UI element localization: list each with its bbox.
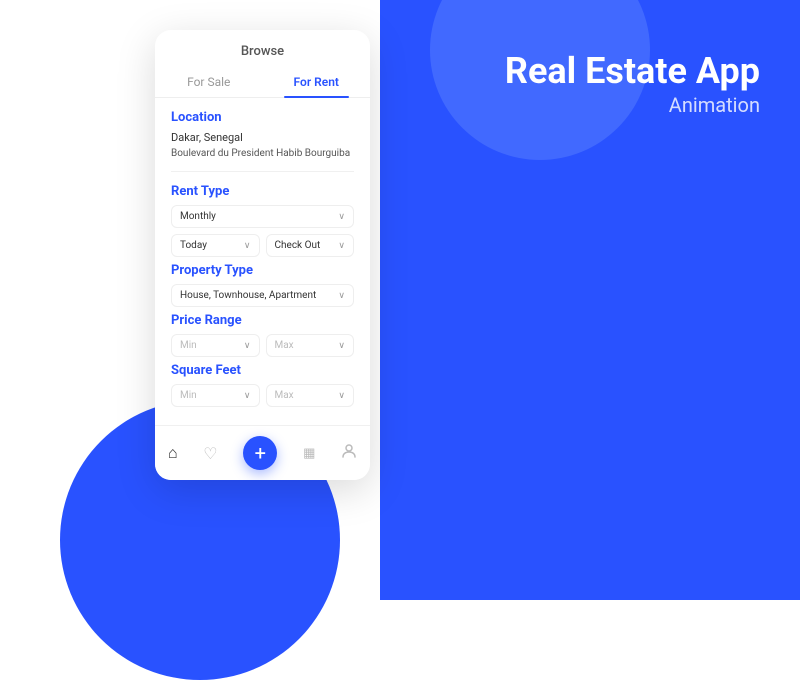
sqft-max-value: Max bbox=[275, 390, 294, 401]
property-type-section-label: Property Type bbox=[171, 263, 354, 278]
price-min-dropdown[interactable]: Min ∨ bbox=[171, 334, 260, 357]
sqft-min-chevron-icon: ∨ bbox=[244, 391, 251, 401]
browse-label: Browse bbox=[241, 44, 284, 59]
sqft-min-value: Min bbox=[180, 390, 197, 401]
price-range-section-label: Price Range bbox=[171, 313, 354, 328]
heart-nav-icon[interactable]: ♡ bbox=[203, 444, 217, 463]
checkin-value: Today bbox=[180, 240, 207, 251]
rent-type-dropdown[interactable]: Monthly ∨ bbox=[171, 205, 354, 228]
property-type-dropdown[interactable]: House, Townhouse, Apartment ∨ bbox=[171, 284, 354, 307]
price-min-chevron-icon: ∨ bbox=[244, 341, 251, 351]
tabs-container: For Sale For Rent bbox=[155, 67, 370, 98]
sqft-max-chevron-icon: ∨ bbox=[338, 391, 345, 401]
location-secondary: Boulevard du President Habib Bourguiba bbox=[171, 148, 354, 172]
checkout-value: Check Out bbox=[275, 240, 321, 251]
date-range-row: Today ∨ Check Out ∨ bbox=[171, 234, 354, 257]
checkin-dropdown[interactable]: Today ∨ bbox=[171, 234, 260, 257]
square-feet-section-label: Square Feet bbox=[171, 363, 354, 378]
user-nav-icon[interactable] bbox=[341, 443, 357, 463]
home-nav-icon[interactable]: ⌂ bbox=[168, 443, 178, 463]
location-primary: Dakar, Senegal bbox=[171, 131, 354, 144]
checkout-dropdown[interactable]: Check Out ∨ bbox=[266, 234, 355, 257]
property-type-chevron-icon: ∨ bbox=[338, 291, 345, 301]
price-max-chevron-icon: ∨ bbox=[338, 341, 345, 351]
checkin-chevron-icon: ∨ bbox=[244, 241, 251, 251]
add-nav-button[interactable]: + bbox=[243, 436, 277, 470]
calendar-nav-icon[interactable]: ▦ bbox=[303, 446, 315, 461]
right-panel-title: Real Estate App Animation bbox=[505, 50, 760, 117]
app-title-line1: Real Estate App bbox=[505, 50, 760, 92]
sqft-max-dropdown[interactable]: Max ∨ bbox=[266, 384, 355, 407]
price-min-value: Min bbox=[180, 340, 197, 351]
sqft-range-row: Min ∨ Max ∨ bbox=[171, 384, 354, 407]
browse-header: Browse bbox=[155, 30, 370, 59]
rent-type-chevron-icon: ∨ bbox=[338, 212, 345, 222]
location-section-label: Location bbox=[171, 110, 354, 125]
phone-card: Browse For Sale For Rent Location Dakar,… bbox=[155, 30, 370, 480]
card-body: Location Dakar, Senegal Boulevard du Pre… bbox=[155, 98, 370, 425]
rent-type-section-label: Rent Type bbox=[171, 184, 354, 199]
tab-for-sale[interactable]: For Sale bbox=[155, 67, 263, 97]
price-range-row: Min ∨ Max ∨ bbox=[171, 334, 354, 357]
rent-type-value: Monthly bbox=[180, 211, 216, 222]
price-max-dropdown[interactable]: Max ∨ bbox=[266, 334, 355, 357]
checkout-chevron-icon: ∨ bbox=[338, 241, 345, 251]
property-type-value: House, Townhouse, Apartment bbox=[180, 290, 316, 301]
bottom-nav: ⌂ ♡ + ▦ bbox=[155, 425, 370, 480]
sqft-min-dropdown[interactable]: Min ∨ bbox=[171, 384, 260, 407]
price-max-value: Max bbox=[275, 340, 294, 351]
app-title-line2: Animation bbox=[505, 93, 760, 117]
add-icon: + bbox=[255, 441, 266, 465]
tab-for-rent[interactable]: For Rent bbox=[263, 67, 371, 97]
